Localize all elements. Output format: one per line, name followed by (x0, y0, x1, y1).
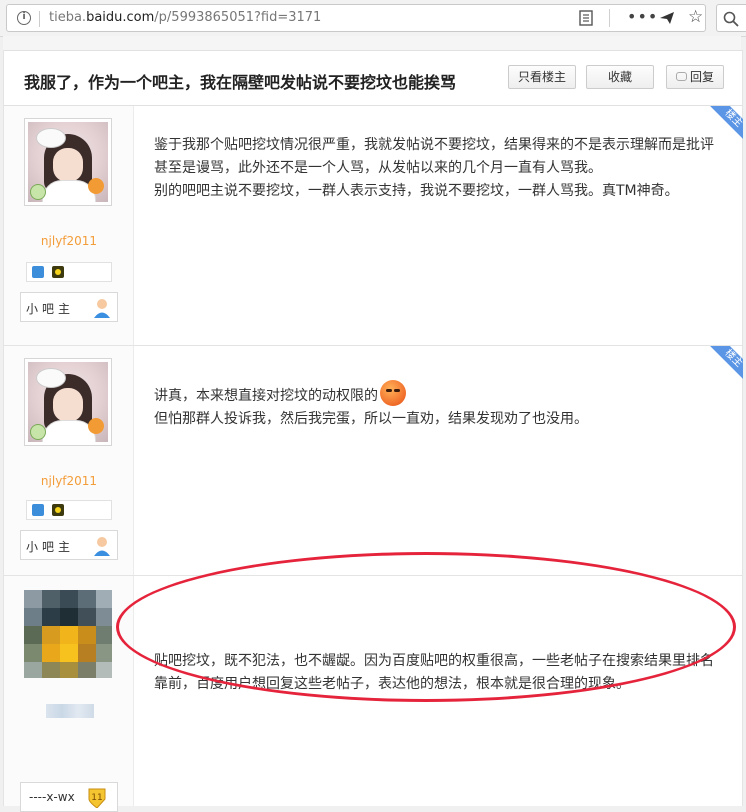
post-floor: ----x-wx 11 贴吧挖坟，既不犯法，也不龌龊。因为百度贴吧的权重很高，一… (4, 576, 742, 812)
avatar-image-pixelated (24, 590, 112, 678)
address-bar[interactable]: i tieba.baidu.com/p/5993865051?fid=3171 … (6, 4, 706, 32)
post-line: 贴吧挖坟，既不犯法，也不龌龊。因为百度贴吧的权重很高，一些老帖子在搜索结果里排名 (154, 653, 714, 669)
post-author-panel: ----x-wx 11 (4, 576, 134, 812)
toolbar-divider (609, 9, 610, 27)
post-author-panel: njlyf2011 小吧主 (4, 346, 134, 575)
role-label: ----x-wx (29, 790, 75, 804)
user-icon (94, 299, 110, 318)
reader-view-icon[interactable] (579, 10, 593, 26)
only-op-button[interactable]: 只看楼主 (508, 65, 576, 89)
user-badges (26, 262, 112, 282)
favorite-button[interactable]: 收藏 (586, 65, 654, 89)
reply-icon (676, 72, 687, 81)
avatar[interactable] (24, 590, 112, 678)
thread-header: 我服了，作为一个吧主，我在隔壁吧发帖说不要挖坟也能挨骂 只看楼主 收藏 回复 (4, 50, 742, 106)
thread-title: 我服了，作为一个吧主，我在隔壁吧发帖说不要挖坟也能挨骂 (24, 73, 457, 92)
post-content: 讲真，本来想直接对挖坟的动权限的 但怕那群人投诉我，然后我完蛋，所以一直劝，结果… (154, 380, 724, 431)
bookmark-star-icon[interactable]: ☆ (688, 7, 703, 27)
avatar-image (28, 362, 108, 442)
level-badge-number: 11 (91, 793, 102, 803)
address-divider (39, 11, 40, 27)
search-button[interactable] (716, 4, 746, 32)
post-line: 但怕那群人投诉我，然后我完蛋，所以一直劝，结果发现劝了也没用。 (154, 411, 588, 427)
post-floor: njlyf2011 小吧主 楼主 讲真，本来想直接对挖坟的动权限的 但怕那群人投… (4, 346, 743, 576)
member-badge-icon[interactable] (32, 266, 44, 278)
post-username[interactable]: njlyf2011 (4, 474, 134, 488)
user-badges (26, 500, 112, 520)
avatar[interactable] (24, 358, 112, 446)
level-badge-icon: 11 (88, 788, 106, 808)
sun-badge-icon[interactable] (52, 266, 64, 278)
avatar-image (28, 122, 108, 202)
browser-toolbar: i tieba.baidu.com/p/5993865051?fid=3171 … (0, 0, 746, 37)
url-text[interactable]: tieba.baidu.com/p/5993865051?fid=3171 (49, 10, 321, 25)
user-icon (94, 537, 110, 556)
post-floor: njlyf2011 小吧主 楼主 鉴于我那个贴吧挖坟情况很严重，我就发帖说不要挖… (4, 106, 743, 346)
post-line: 甚至是谩骂，此外还不是一个人骂，从发帖以来的几个月一直有人骂我。 (154, 160, 602, 176)
info-icon[interactable]: i (17, 11, 31, 25)
sun-badge-icon[interactable] (52, 504, 64, 516)
post-content: 鉴于我那个贴吧挖坟情况很严重，我就发帖说不要挖坟，结果得来的不是表示理解而是批评… (154, 134, 724, 203)
reply-button[interactable]: 回复 (666, 65, 724, 89)
username-redacted (46, 704, 94, 718)
send-icon[interactable] (659, 11, 675, 25)
post-username[interactable]: njlyf2011 (4, 234, 134, 248)
avatar[interactable] (24, 118, 112, 206)
angry-face-emoji-icon (380, 380, 406, 406)
post-line: 别的吧吧主说不要挖坟，一群人表示支持，我说不要挖坟，一群人骂我。真TM神奇。 (154, 183, 679, 199)
role-label: 小吧主 (26, 540, 75, 554)
reply-button-label: 回复 (689, 70, 714, 84)
search-icon (723, 11, 739, 27)
post-content: 贴吧挖坟，既不犯法，也不龌龊。因为百度贴吧的权重很高，一些老帖子在搜索结果里排名… (154, 650, 724, 696)
post-author-panel: njlyf2011 小吧主 (4, 106, 134, 345)
member-badge-icon[interactable] (32, 504, 44, 516)
post-line: 讲真，本来想直接对挖坟的动权限的 (154, 388, 378, 404)
post-line: 靠前，百度用户想回复这些老帖子，表达他的想法，根本就是很合理的现象。 (154, 676, 630, 692)
page-top-strip (3, 36, 741, 50)
url-path: /p/5993865051?fid=3171 (154, 10, 322, 25)
role-label: 小吧主 (26, 302, 75, 316)
role-badge: ----x-wx 11 (20, 782, 118, 812)
post-line: 鉴于我那个贴吧挖坟情况很严重，我就发帖说不要挖坟，结果得来的不是表示理解而是批评 (154, 137, 714, 153)
url-prefix: tieba. (49, 10, 87, 25)
url-host: baidu.com (86, 10, 155, 25)
role-badge: 小吧主 (20, 530, 118, 560)
thread-page: 我服了，作为一个吧主，我在隔壁吧发帖说不要挖坟也能挨骂 只看楼主 收藏 回复 n… (3, 50, 743, 812)
role-badge: 小吧主 (20, 292, 118, 322)
op-badge-label: 楼主 (708, 346, 743, 384)
more-icon[interactable]: ••• (627, 7, 658, 26)
